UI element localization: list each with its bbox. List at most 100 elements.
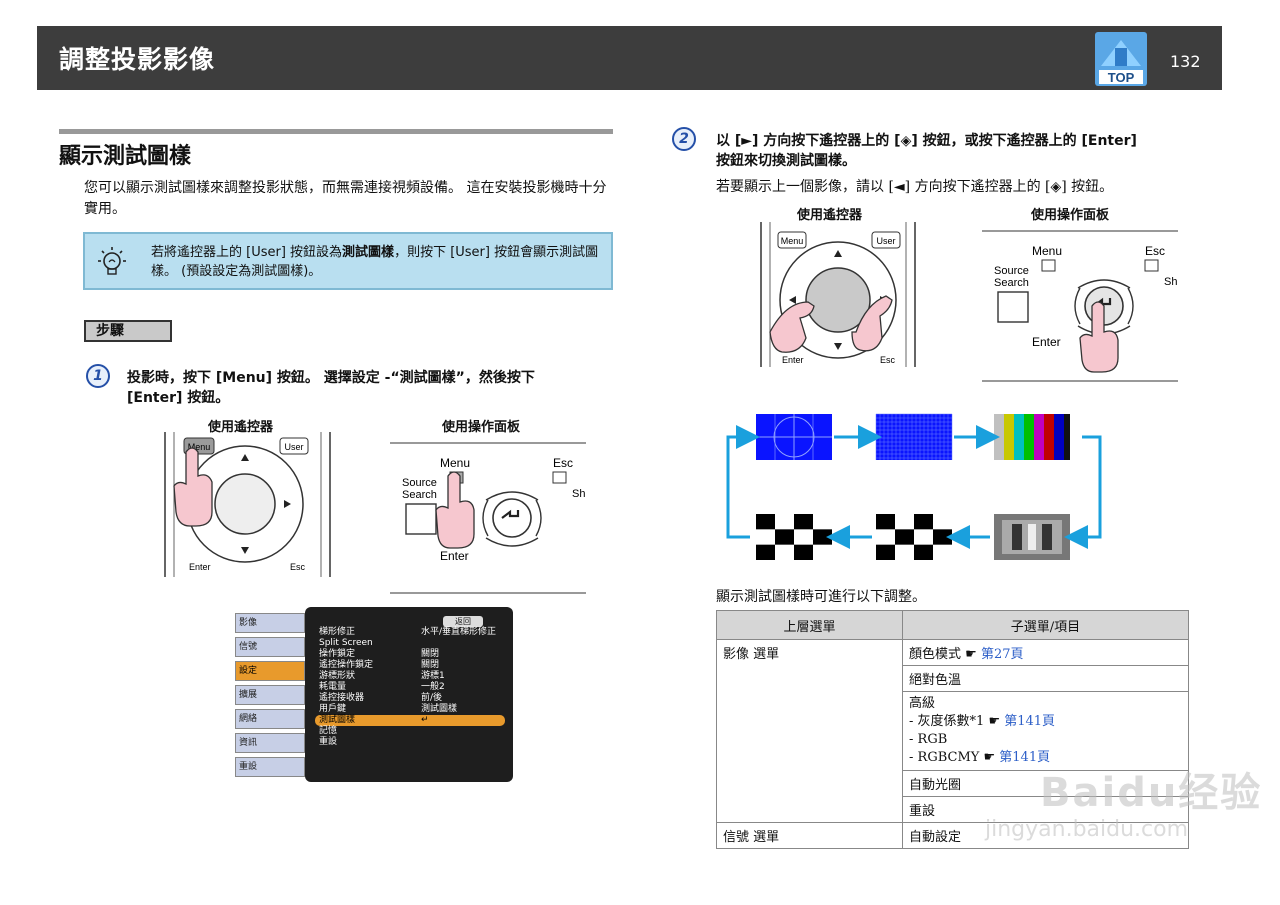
osd-row-value: 游標1 bbox=[421, 671, 445, 681]
osd-row-label: 耗電量 bbox=[319, 682, 347, 692]
osd-row-value bbox=[421, 726, 501, 737]
osd-left-item[interactable]: 重設 bbox=[235, 757, 305, 777]
panel2-menu-label: Menu bbox=[1032, 244, 1062, 258]
finger-icon bbox=[435, 471, 475, 549]
step1-remote-illustration: Menu User Enter Esc bbox=[160, 432, 335, 577]
page-title: 調整投影影像 bbox=[59, 45, 216, 74]
step2-panel-illustration: Menu Esc Source Search Sh Enter bbox=[982, 230, 1178, 382]
test-pattern-cycle bbox=[724, 408, 1104, 568]
osd-row-label: Split Screen bbox=[319, 638, 373, 648]
osd-left-item[interactable]: 信號 bbox=[235, 637, 305, 657]
osd-row-label: 遙控操作鎖定 bbox=[319, 660, 374, 670]
osd-row[interactable]: 梯形修正 水平/垂直梯形修正 bbox=[315, 627, 505, 638]
table-cell-color-mode: 顏色模式 ☛ 第27頁 bbox=[902, 639, 1189, 666]
step1-panel-illustration: Menu Esc Source Search Sh Enter bbox=[390, 442, 586, 594]
step2-caption-remote: 使用遙控器 bbox=[797, 208, 863, 223]
panel-search-label: Search bbox=[402, 489, 437, 501]
panel-menu-label: Menu bbox=[440, 456, 470, 470]
step1-number: 1 bbox=[86, 364, 110, 388]
osd-row-label: 用戶鍵 bbox=[319, 704, 347, 714]
remote-user-label: User bbox=[284, 442, 303, 452]
osd-row[interactable]: 用戶鍵 測試圖樣 bbox=[315, 704, 505, 715]
panel-enter-label: Enter bbox=[440, 549, 469, 563]
table-cell-advanced: 高級 - 灰度係數*1 ☛ 第141頁 - RGB - RGBCMY ☛ 第14… bbox=[902, 691, 1189, 771]
osd-row-value: 關閉 bbox=[421, 649, 440, 659]
link-page141-gamma[interactable]: 第141頁 bbox=[1004, 714, 1055, 729]
osd-left-item[interactable]: 影像 bbox=[235, 613, 305, 633]
osd-row-label: 游標形狀 bbox=[319, 671, 356, 681]
remote2-user-label: User bbox=[876, 236, 895, 246]
osd-row[interactable]: Split Screen bbox=[315, 638, 505, 649]
steps-label: 步驟 bbox=[84, 320, 172, 342]
table-cell-signal-menu: 信號 選單 bbox=[716, 822, 903, 849]
pattern-grid bbox=[875, 413, 953, 460]
osd-row[interactable]: 游標形狀 游標1 bbox=[315, 671, 505, 682]
osd-row[interactable]: 操作鎖定 關閉 bbox=[315, 649, 505, 660]
osd-row-label: 遙控接收器 bbox=[319, 693, 365, 703]
intro-text: 您可以顯示測試圖樣來調整投影狀態，而無需連接視頻設備。 這在安裝投影機時十分實用… bbox=[84, 180, 607, 217]
top-icon: TOP bbox=[1095, 32, 1147, 86]
panel2-enter-label: Enter bbox=[1032, 335, 1061, 349]
top-label: TOP bbox=[1108, 70, 1135, 85]
osd-row-value: 測試圖樣 bbox=[421, 704, 458, 714]
pattern-checker-1 bbox=[756, 514, 832, 560]
step2-sub-text: 若要顯示上一個影像，請以 [◄] 方向按下遙控器上的 [◈] 按鈕。 bbox=[716, 179, 1114, 195]
osd-row-value bbox=[421, 638, 501, 649]
hand-pointer-icon: ☛ bbox=[988, 714, 1001, 729]
remote-esc-label: Esc bbox=[290, 562, 306, 572]
hand-pointer-icon: ☛ bbox=[983, 750, 996, 765]
osd-row-label: 記憶 bbox=[319, 726, 338, 736]
osd-row[interactable]: 耗電量 一般2 bbox=[315, 682, 505, 693]
osd-return-button[interactable]: 返回 bbox=[443, 616, 483, 627]
remote2-enter-label: Enter bbox=[782, 355, 804, 365]
panel-sh-label: Sh bbox=[572, 488, 585, 500]
step2-caption-panel: 使用操作面板 bbox=[1031, 208, 1110, 223]
panel2-esc-label: Esc bbox=[1145, 244, 1165, 258]
osd-row[interactable]: 遙控操作鎖定 關閉 bbox=[315, 660, 505, 671]
link-page27[interactable]: 第27頁 bbox=[981, 647, 1024, 662]
osd-left-item[interactable]: 擴展 bbox=[235, 685, 305, 705]
top-button[interactable]: TOP bbox=[1095, 32, 1147, 86]
osd-row[interactable]: 測試圖樣 ↵ bbox=[315, 715, 505, 726]
table-header-top-menu: 上層選單 bbox=[716, 610, 903, 640]
osd-left-item[interactable]: 設定 bbox=[235, 661, 305, 681]
osd-row[interactable]: 重設 bbox=[315, 737, 505, 748]
osd-left-item[interactable]: 網絡 bbox=[235, 709, 305, 729]
step2-remote-illustration: Menu User Enter Esc bbox=[756, 222, 920, 367]
panel-source-label: Source bbox=[402, 477, 437, 489]
osd-row-label: 測試圖樣 bbox=[319, 715, 356, 725]
finger-icon bbox=[173, 447, 213, 527]
arrow-icon bbox=[726, 425, 760, 539]
remote2-esc-label: Esc bbox=[880, 355, 896, 365]
page-header: 調整投影影像 TOP 132 bbox=[37, 26, 1222, 90]
adjust-caption: 顯示測試圖樣時可進行以下調整。 bbox=[716, 589, 926, 605]
section-rule bbox=[59, 129, 613, 134]
osd-row-label: 操作鎖定 bbox=[319, 649, 356, 659]
osd-row[interactable]: 遙控接收器 前/後 bbox=[315, 693, 505, 704]
tip-text: 若將遙控器上的 [User] 按鈕設為測試圖樣，則按下 [User] 按鈕會顯示… bbox=[151, 245, 599, 279]
osd-row-value: 前/後 bbox=[421, 693, 443, 703]
osd-menu: 影像 信號 設定 擴展 網絡 資訊 重設 返回 梯形修正 水平/垂直梯形修正 Split Scr… bbox=[233, 607, 513, 782]
table-header-sub-menu: 子選單/項目 bbox=[902, 610, 1189, 640]
arrow-icon bbox=[1064, 435, 1102, 549]
panel2-source-label: Source bbox=[994, 265, 1029, 277]
panel2-search-label: Search bbox=[994, 277, 1029, 289]
table-cell-image-menu: 影像 選單 bbox=[716, 639, 903, 823]
lightbulb-icon bbox=[95, 245, 129, 279]
section-title: 顯示測試圖樣 bbox=[59, 144, 192, 169]
osd-left-item[interactable]: 資訊 bbox=[235, 733, 305, 753]
osd-row-value: 一般2 bbox=[421, 682, 445, 692]
osd-row-value: 關閉 bbox=[421, 660, 440, 670]
watermark-logo: Baidu经验 bbox=[1040, 770, 1263, 816]
osd-row-value: ↵ bbox=[421, 715, 429, 725]
remote-enter-label: Enter bbox=[189, 562, 211, 572]
finger-icon bbox=[769, 301, 815, 353]
pattern-checker-2 bbox=[876, 514, 952, 560]
osd-row-value: 水平/垂直梯形修正 bbox=[421, 627, 497, 637]
page-number: 132 bbox=[1170, 52, 1201, 71]
osd-row[interactable]: 記憶 bbox=[315, 726, 505, 737]
osd-row-label: 重設 bbox=[319, 737, 338, 747]
osd-row-value bbox=[421, 737, 501, 748]
hand-pointer-icon: ☛ bbox=[965, 647, 977, 662]
step1-text: 投影時，按下 [Menu] 按鈕。 選擇設定 -“測試圖樣”，然後按下 [Ent… bbox=[127, 370, 535, 406]
